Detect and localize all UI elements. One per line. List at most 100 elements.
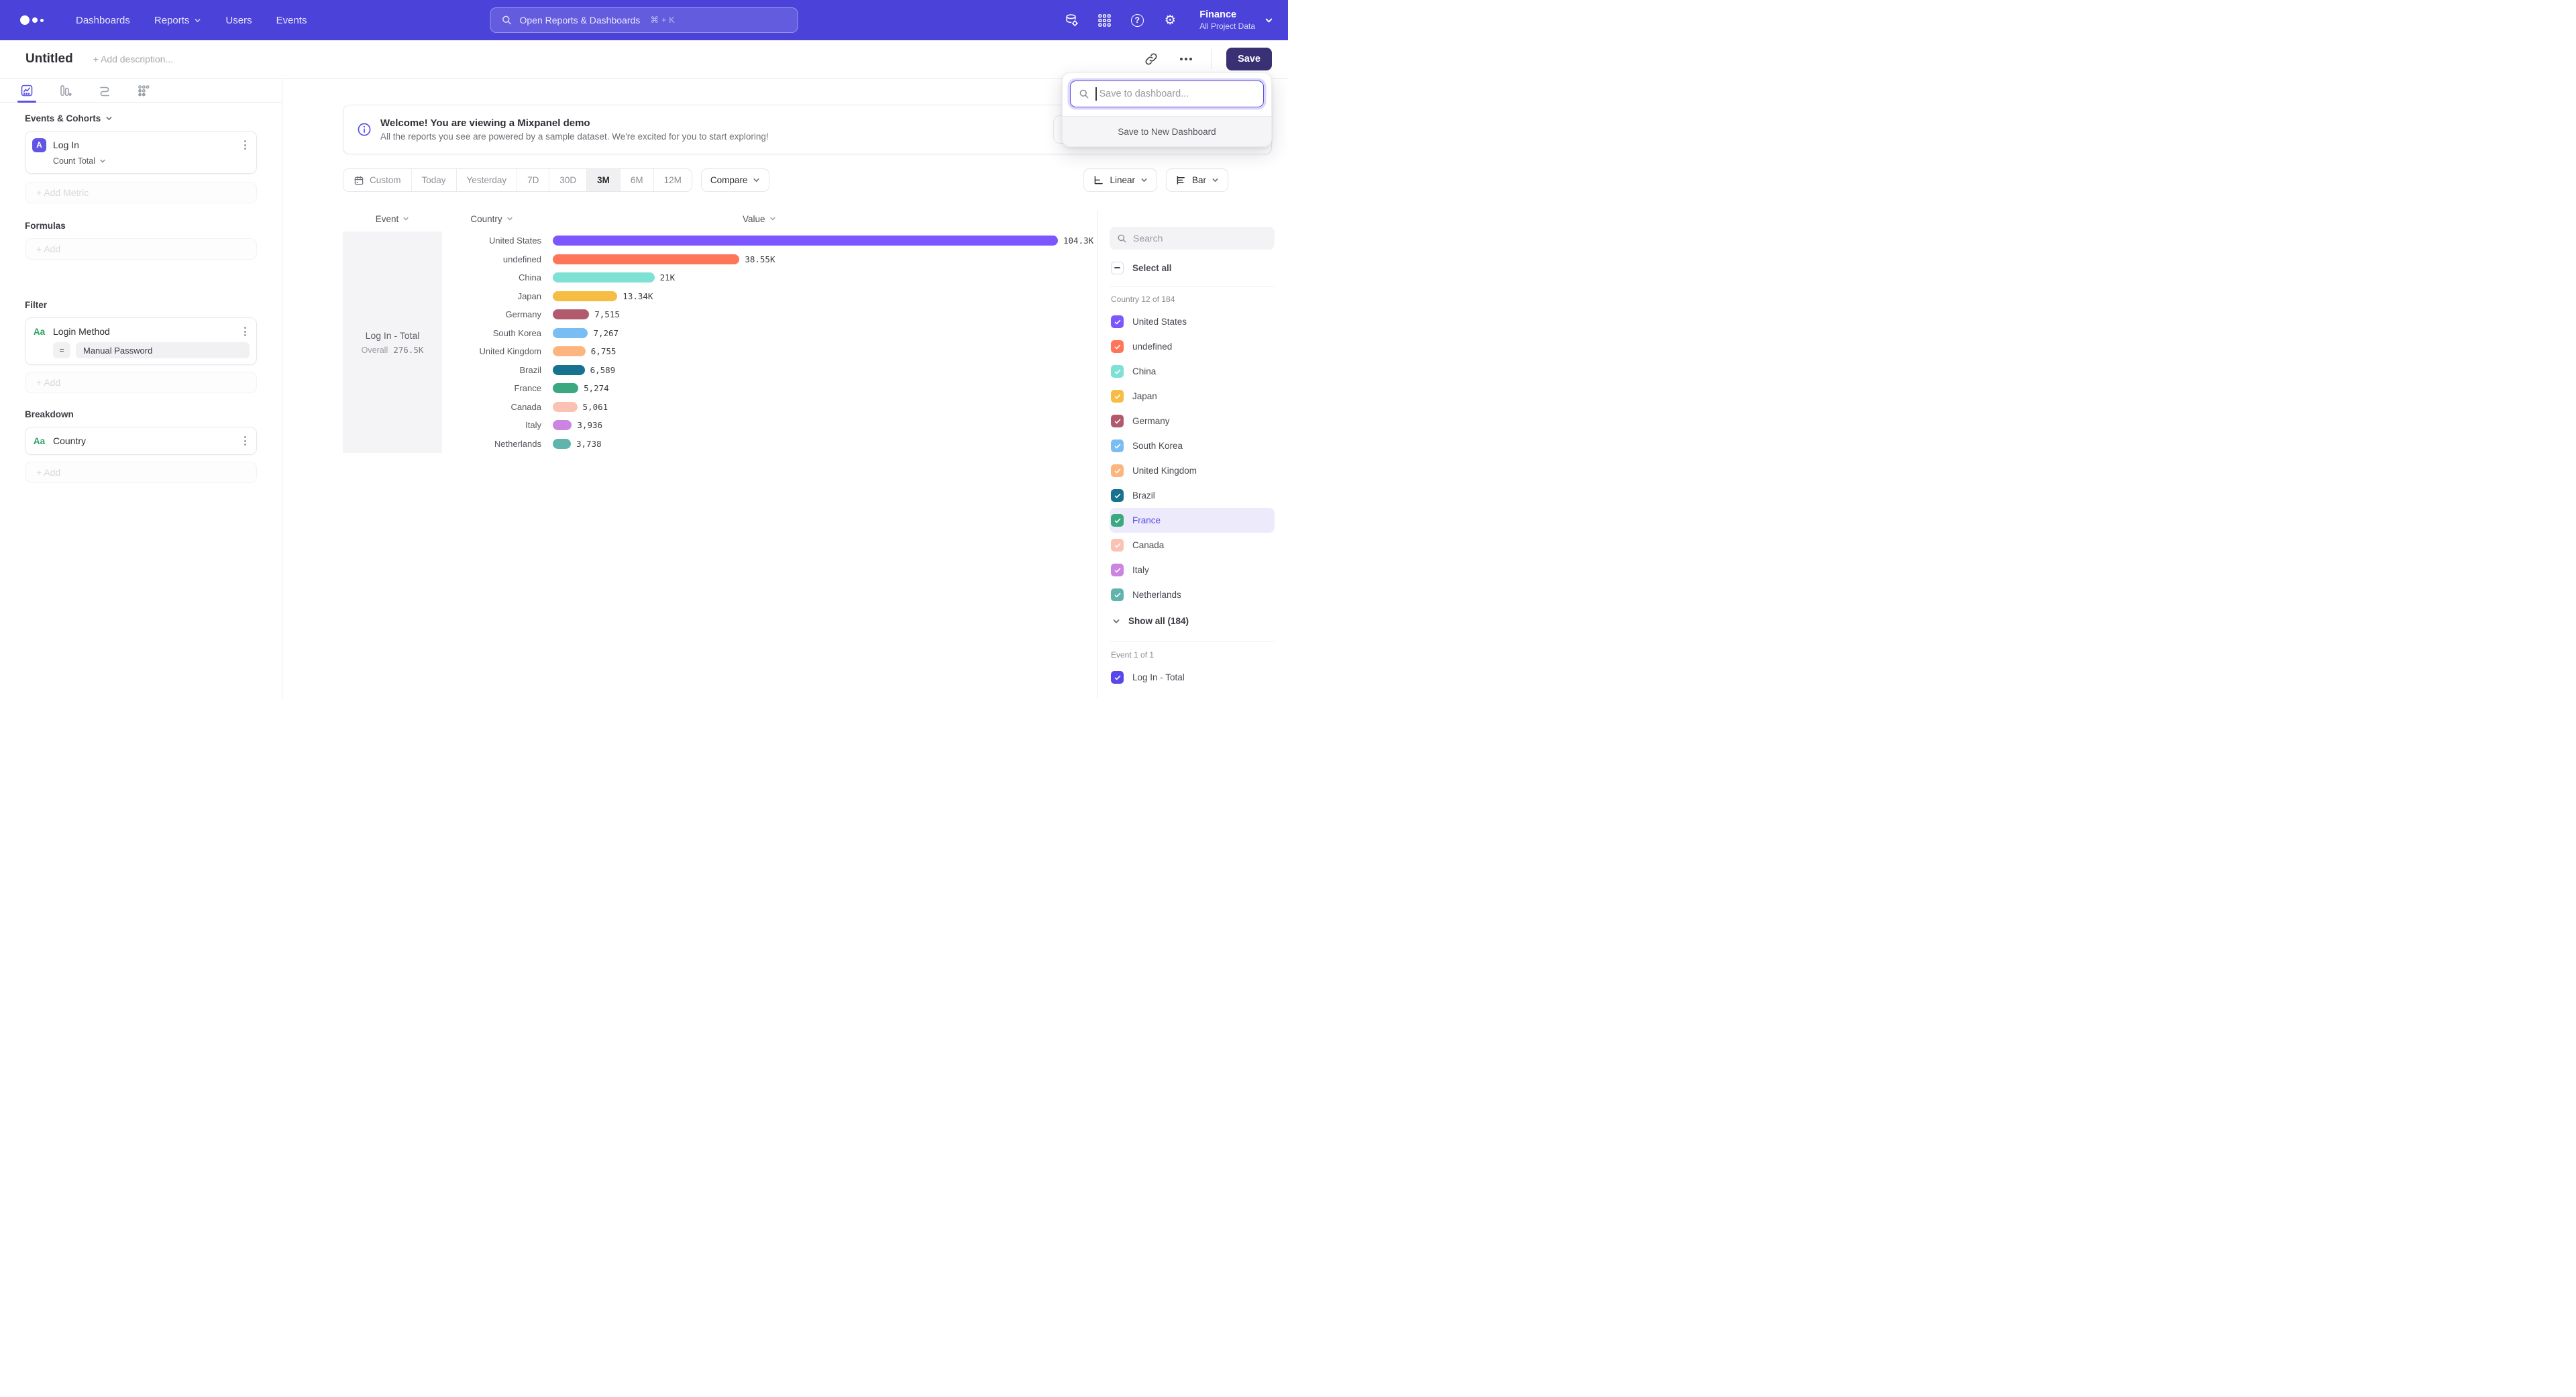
checkbox-canada[interactable]	[1111, 539, 1124, 552]
add-formula-button[interactable]: + Add	[25, 238, 257, 260]
checkbox-germany[interactable]	[1111, 415, 1124, 427]
bar-value-label: 21K	[660, 272, 676, 282]
event-total-cell[interactable]: Log In - Total Overall 276.5K	[343, 231, 442, 453]
settings-gear-icon[interactable]: ⚙	[1163, 13, 1177, 28]
country-option-canada[interactable]: Canada	[1110, 533, 1275, 558]
bar-france[interactable]	[553, 383, 578, 393]
checkbox-undefined[interactable]	[1111, 340, 1124, 353]
tab-insights[interactable]	[20, 79, 34, 102]
country-option-united-states[interactable]: United States	[1110, 309, 1275, 334]
country-option-undefined[interactable]: undefined	[1110, 334, 1275, 359]
more-options-icon[interactable]	[1176, 49, 1196, 69]
help-icon[interactable]: ?	[1130, 13, 1144, 28]
nav-item-events[interactable]: Events	[267, 11, 317, 30]
checkbox-china[interactable]	[1111, 365, 1124, 378]
checkbox-log-in-total[interactable]	[1111, 671, 1124, 684]
country-option-germany[interactable]: Germany	[1110, 409, 1275, 433]
mixpanel-logo-icon[interactable]	[20, 15, 44, 25]
value-column-header[interactable]: Value	[743, 214, 776, 224]
save-dashboard-input[interactable]	[1099, 89, 1256, 99]
event-selector[interactable]: A Log In	[32, 136, 250, 154]
checkbox-japan[interactable]	[1111, 390, 1124, 403]
report-title[interactable]: Untitled	[25, 52, 73, 66]
checkbox-italy[interactable]	[1111, 564, 1124, 576]
bar-united-kingdom[interactable]	[553, 346, 586, 356]
save-button[interactable]: Save	[1226, 48, 1272, 70]
bar-canada[interactable]	[553, 402, 578, 412]
country-option-south-korea[interactable]: South Korea	[1110, 433, 1275, 458]
data-management-icon[interactable]	[1064, 13, 1079, 28]
range-7d[interactable]: 7D	[517, 169, 549, 191]
save-dashboard-search[interactable]	[1070, 81, 1264, 107]
range-today[interactable]: Today	[412, 169, 457, 191]
country-option-united-kingdom[interactable]: United Kingdom	[1110, 458, 1275, 483]
range-label: 7D	[527, 175, 539, 185]
bar-italy[interactable]	[553, 420, 572, 430]
country-option-japan[interactable]: Japan	[1110, 384, 1275, 409]
events-cohorts-label[interactable]: Events & Cohorts	[25, 113, 257, 123]
country-option-france[interactable]: France	[1110, 508, 1275, 533]
checkbox-netherlands[interactable]	[1111, 588, 1124, 601]
filter-property-selector[interactable]: Aa Login Method	[32, 323, 250, 340]
add-description-field[interactable]: + Add description...	[93, 54, 173, 64]
filter-card-login-method: Aa Login Method = Manual Password	[25, 317, 257, 365]
event-option-log-in-total[interactable]: Log In - Total	[1110, 665, 1275, 690]
chart-type-button[interactable]: Bar	[1166, 168, 1228, 192]
banner-subtitle: All the reports you see are powered by a…	[380, 132, 1044, 142]
breakdown-property-selector[interactable]: Aa Country	[32, 432, 250, 450]
range-6m[interactable]: 6M	[621, 169, 654, 191]
tab-funnels[interactable]	[59, 79, 72, 102]
tab-flows[interactable]	[98, 79, 111, 102]
kebab-menu-icon[interactable]	[241, 433, 250, 448]
apps-grid-icon[interactable]	[1097, 13, 1112, 28]
bar-brazil[interactable]	[553, 365, 585, 375]
country-option-netherlands[interactable]: Netherlands	[1110, 582, 1275, 607]
save-to-new-dashboard-button[interactable]: Save to New Dashboard	[1063, 116, 1271, 146]
aggregation-selector[interactable]: Count Total	[53, 154, 250, 168]
string-property-icon: Aa	[32, 327, 46, 337]
bar-united-states[interactable]	[553, 236, 1058, 246]
bar-germany[interactable]	[553, 309, 589, 319]
global-search-button[interactable]: Open Reports & Dashboards ⌘ + K	[490, 7, 798, 33]
nav-item-dashboards[interactable]: Dashboards	[66, 11, 140, 30]
country-column-header[interactable]: Country	[442, 214, 541, 224]
range-yesterday[interactable]: Yesterday	[457, 169, 518, 191]
country-option-brazil[interactable]: Brazil	[1110, 483, 1275, 508]
project-switcher[interactable]: Finance All Project Data	[1199, 9, 1273, 31]
range-custom[interactable]: Custom	[343, 169, 412, 191]
compare-button[interactable]: Compare	[701, 168, 770, 192]
bar-japan[interactable]	[553, 291, 617, 301]
bar-south-korea[interactable]	[553, 328, 588, 338]
range-30d[interactable]: 30D	[549, 169, 587, 191]
select-all-row[interactable]: Select all	[1110, 258, 1275, 278]
bar-china[interactable]	[553, 272, 655, 282]
nav-item-users[interactable]: Users	[216, 11, 261, 30]
tab-retention[interactable]	[137, 79, 150, 102]
checkbox-united-kingdom[interactable]	[1111, 464, 1124, 477]
country-option-china[interactable]: China	[1110, 359, 1275, 384]
report-type-tabs	[0, 79, 282, 103]
segments-search-input[interactable]: Search	[1110, 227, 1275, 250]
bar-netherlands[interactable]	[553, 439, 571, 449]
select-all-checkbox[interactable]	[1111, 262, 1124, 274]
kebab-menu-icon[interactable]	[241, 138, 250, 152]
add-metric-button[interactable]: + Add Metric	[25, 182, 257, 203]
checkbox-south-korea[interactable]	[1111, 439, 1124, 452]
add-breakdown-button[interactable]: + Add	[25, 462, 257, 483]
range-12m[interactable]: 12M	[654, 169, 692, 191]
nav-item-reports[interactable]: Reports	[145, 11, 211, 30]
bar-undefined[interactable]	[553, 254, 739, 264]
show-all-button[interactable]: Show all (184)	[1110, 609, 1275, 633]
range-3m[interactable]: 3M	[587, 169, 621, 191]
kebab-menu-icon[interactable]	[241, 324, 250, 339]
country-option-italy[interactable]: Italy	[1110, 558, 1275, 582]
checkbox-france[interactable]	[1111, 514, 1124, 527]
y-axis-scale-button[interactable]: Linear	[1083, 168, 1157, 192]
filter-value[interactable]: Manual Password	[76, 342, 250, 358]
event-column-header[interactable]: Event	[343, 214, 442, 224]
add-filter-button[interactable]: + Add	[25, 372, 257, 393]
checkbox-brazil[interactable]	[1111, 489, 1124, 502]
filter-operator[interactable]: =	[53, 342, 70, 358]
copy-link-icon[interactable]	[1141, 49, 1161, 69]
checkbox-united-states[interactable]	[1111, 315, 1124, 328]
